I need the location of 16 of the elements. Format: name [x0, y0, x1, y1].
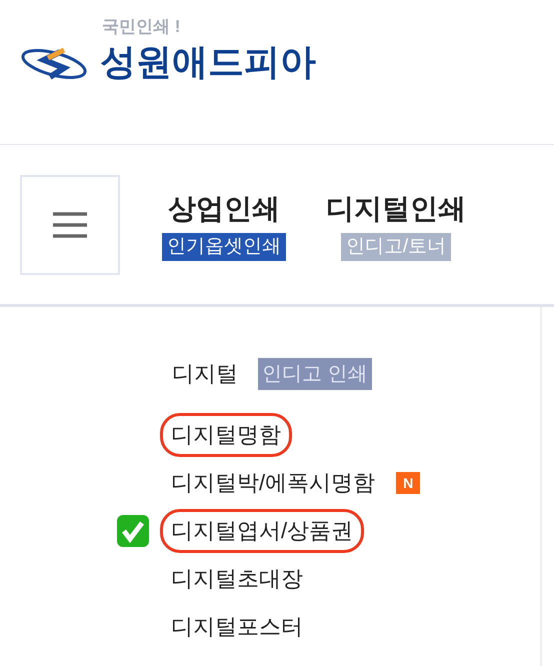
menu-link[interactable]: 디지털명함	[160, 413, 292, 457]
nav-tab[interactable]: 디지털인쇄	[326, 188, 466, 228]
menu-link[interactable]: 디지털초대장	[160, 557, 314, 601]
logo-tagline: 국민인쇄 !	[102, 16, 182, 38]
section-tag: 인디고 인쇄	[258, 358, 372, 390]
menu-link[interactable]: 디지털포스터	[160, 605, 314, 649]
menu-link[interactable]: 디지털엽서/상품권	[160, 509, 364, 553]
menu-link[interactable]: 디지털박/에폭시명함	[160, 461, 386, 505]
menu-icon	[51, 210, 89, 238]
nav-tag: 인기옵셋인쇄	[162, 232, 286, 260]
nav-tag: 인디고/토너	[340, 232, 452, 260]
section-title: 디지털	[172, 360, 238, 388]
new-tag: N	[396, 472, 420, 494]
nav-tab[interactable]: 상업인쇄	[168, 188, 280, 228]
logo-name: 성원애드피아	[100, 40, 316, 84]
menu-button[interactable]	[20, 174, 120, 274]
